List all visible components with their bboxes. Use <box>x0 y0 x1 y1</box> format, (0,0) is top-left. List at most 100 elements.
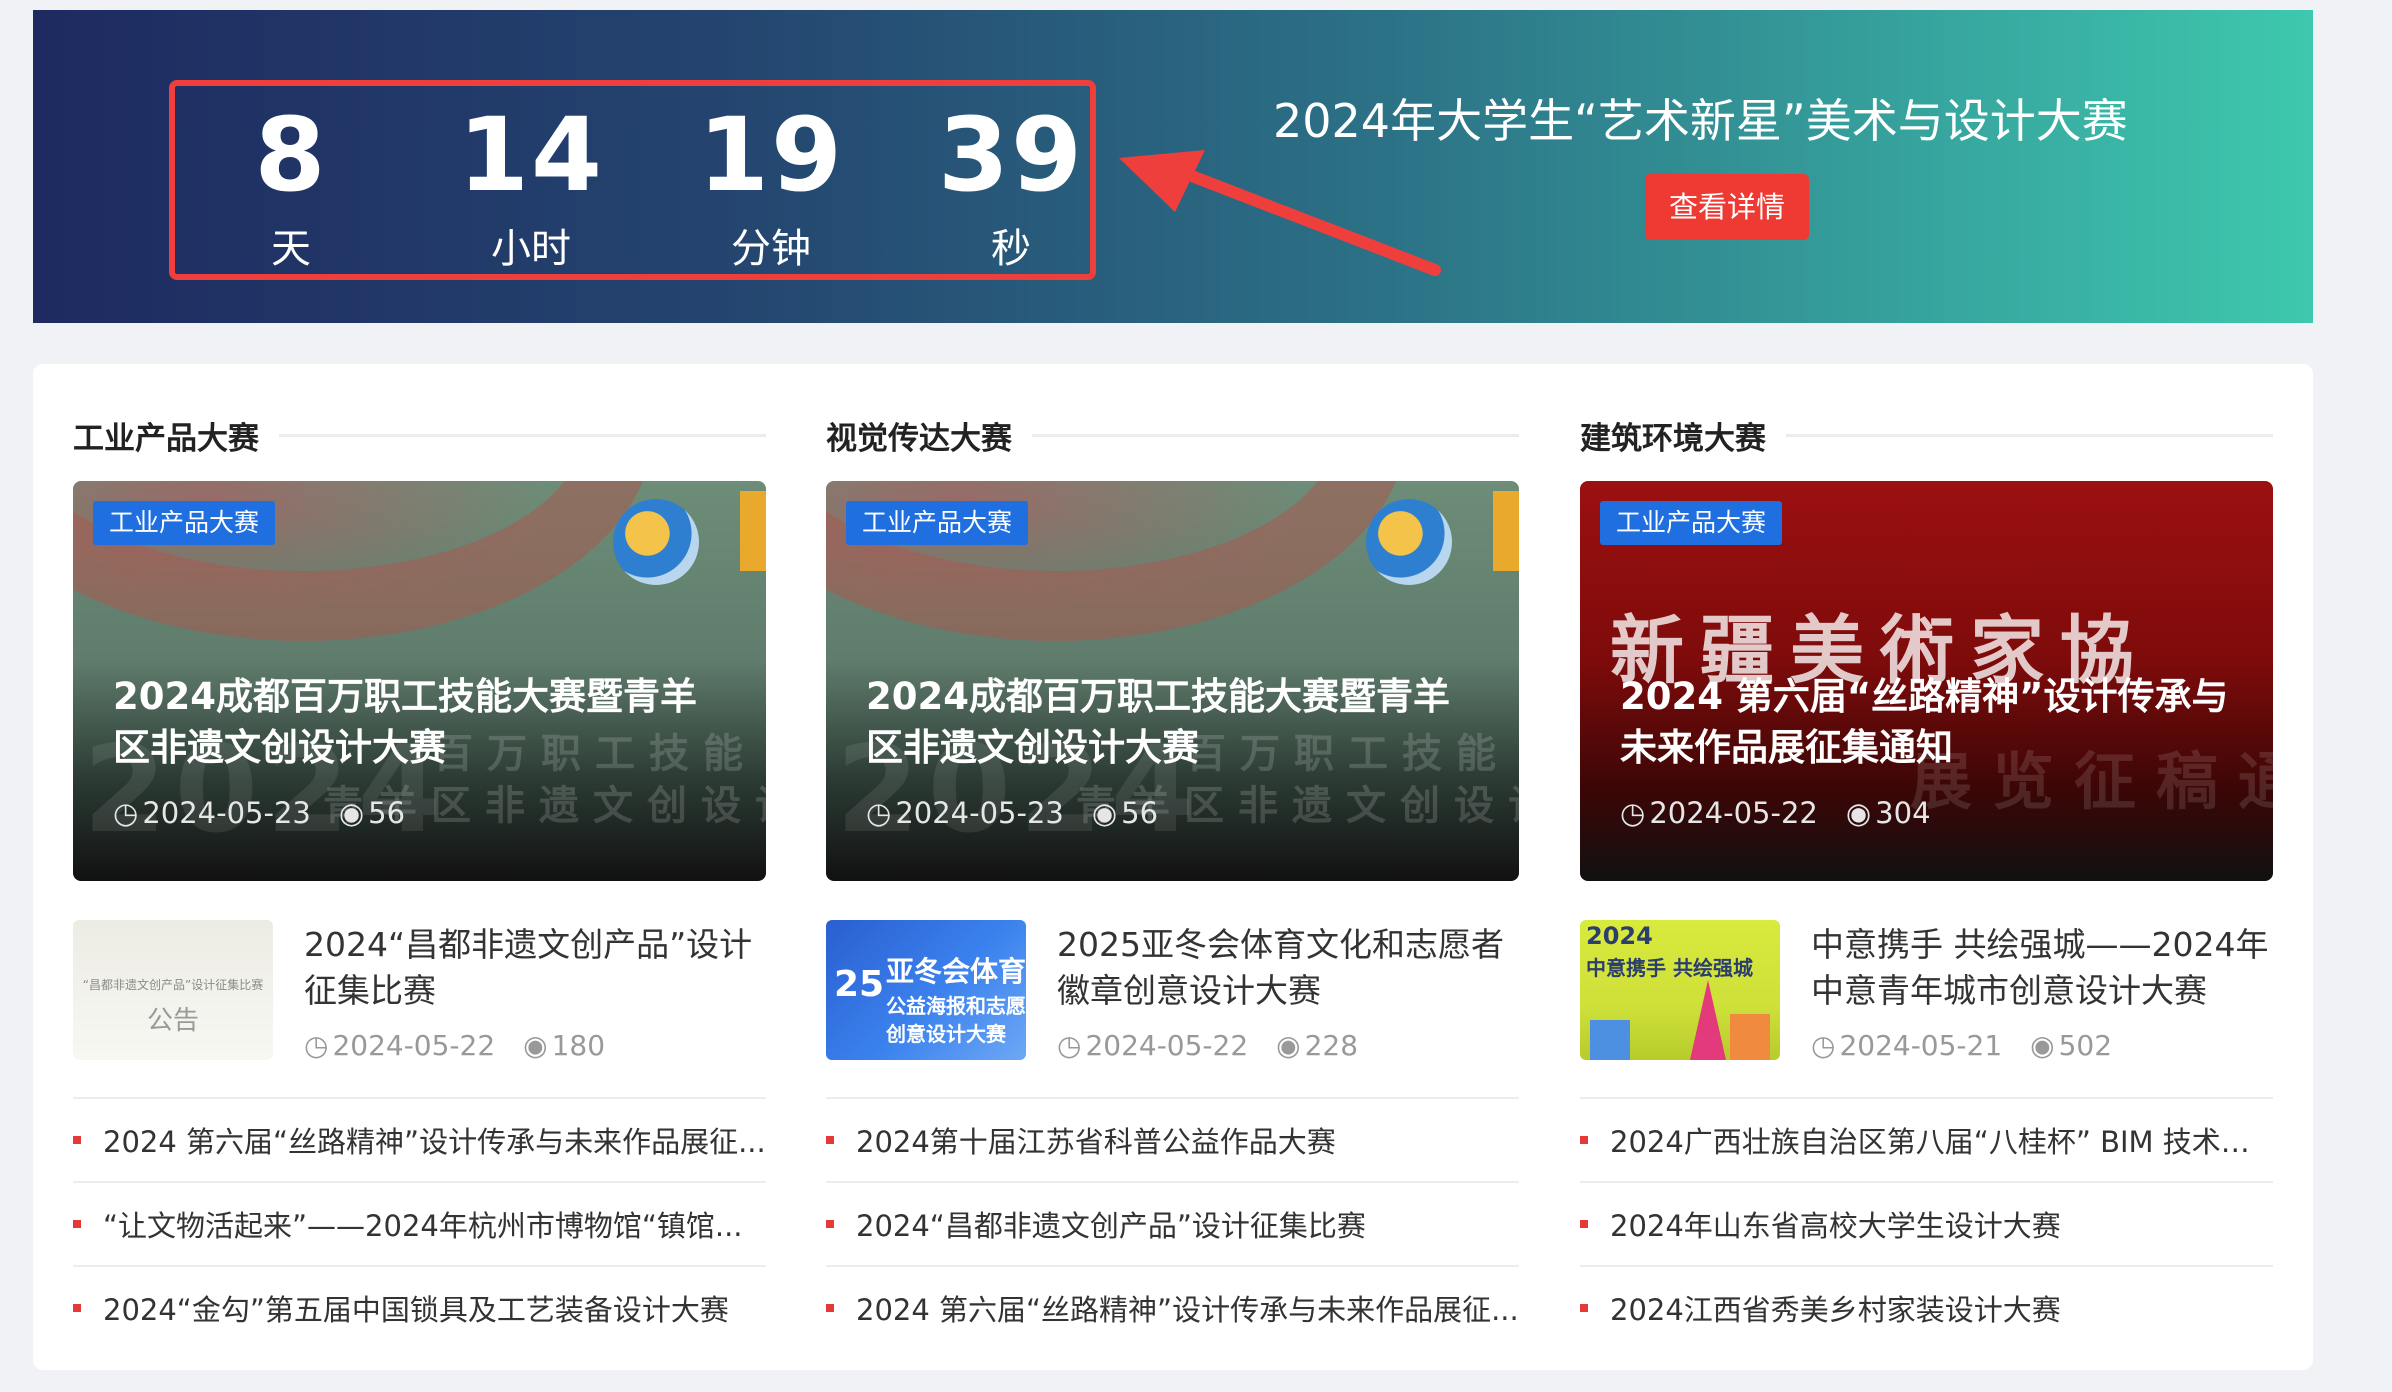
article-item[interactable]: 2024 中意携手 共绘强城 中意携手 共绘强城——2024年中意青年城市创意设… <box>1580 920 2273 1070</box>
countdown-minutes-label: 分钟 <box>731 226 811 272</box>
feature-card[interactable]: 2024 百万职工技能 青羊区非遗文创设计 工业产品大赛 2024成都百万职工技… <box>826 481 1519 881</box>
eye-icon: ◉ <box>1845 796 1872 830</box>
list-item-title[interactable]: 2024第十届江苏省科普公益作品大赛 <box>856 1119 1519 1161</box>
list-item-title[interactable]: 2024广西壮族自治区第八届“八桂杯” BIM 技术应... <box>1610 1119 2273 1161</box>
bullet-icon <box>1580 1304 1588 1312</box>
column-header: 视觉传达大赛 <box>826 400 1519 470</box>
countdown-days: 8 天 <box>191 92 391 274</box>
decorative-tab <box>1493 491 1519 571</box>
tower-shape <box>1690 980 1726 1060</box>
list-item[interactable]: 2024“金勾”第五届中国锁具及工艺装备设计大赛 <box>73 1265 766 1349</box>
article-thumbnail[interactable]: 2024 中意携手 共绘强城 <box>1580 920 1780 1060</box>
article-date: 2024-05-21 <box>1839 1029 2003 1062</box>
feature-title[interactable]: 2024成都百万职工技能大赛暨青羊区非遗文创设计大赛 <box>866 671 1486 773</box>
column-title[interactable]: 视觉传达大赛 <box>826 413 1012 458</box>
building-shape <box>1590 1020 1630 1060</box>
article-date: 2024-05-22 <box>332 1029 496 1062</box>
thumbnail-heading: 公告 <box>146 1006 199 1036</box>
feature-title[interactable]: 2024 第六届“丝路精神”设计传承与未来作品展征集通知 <box>1620 671 2240 773</box>
article-title[interactable]: 2024“昌都非遗文创产品”设计征集比赛 <box>304 922 766 1014</box>
list-item[interactable]: 2024第十届江苏省科普公益作品大赛 <box>826 1097 1519 1181</box>
list-item-title[interactable]: 2024“金勾”第五届中国锁具及工艺装备设计大赛 <box>103 1287 766 1329</box>
bullet-icon <box>73 1220 81 1228</box>
eye-icon: ◉ <box>338 796 365 830</box>
list-item-title[interactable]: 2024年山东省高校大学生设计大赛 <box>1610 1203 2273 1245</box>
article-list: 2024第十届江苏省科普公益作品大赛 2024“昌都非遗文创产品”设计征集比赛 … <box>826 1097 1519 1349</box>
view-details-button[interactable]: 查看详情 <box>1645 174 1809 240</box>
clock-icon: ◷ <box>1811 1029 1836 1062</box>
list-item[interactable]: 2024江西省秀美乡村家装设计大赛 <box>1580 1265 2273 1349</box>
countdown-minutes-value: 19 <box>698 96 844 215</box>
clock-icon: ◷ <box>304 1029 329 1062</box>
column-industrial: 工业产品大赛 2024 百万职工技能 青羊区非遗文创设计 工业产品大赛 2024… <box>73 364 766 1370</box>
feature-meta: ◷ 2024-05-22 ◉ 304 <box>1620 793 1931 833</box>
competition-logo <box>1366 499 1452 585</box>
feature-title[interactable]: 2024成都百万职工技能大赛暨青羊区非遗文创设计大赛 <box>113 671 733 773</box>
article-list: 2024广西壮族自治区第八届“八桂杯” BIM 技术应... 2024年山东省高… <box>1580 1097 2273 1349</box>
list-item[interactable]: 2024 第六届“丝路精神”设计传承与未来作品展征... <box>73 1097 766 1181</box>
countdown-box: 8 天 14 小时 19 分钟 39 秒 <box>169 80 1096 280</box>
article-views: 502 <box>2058 1029 2113 1062</box>
category-tag[interactable]: 工业产品大赛 <box>93 501 276 545</box>
article-meta: ◷ 2024-05-21 ◉ 502 <box>1811 1028 2112 1064</box>
clock-icon: ◷ <box>1620 796 1646 830</box>
list-item-title[interactable]: 2024“昌都非遗文创产品”设计征集比赛 <box>856 1203 1519 1245</box>
article-date: 2024-05-22 <box>1085 1029 1249 1062</box>
bullet-icon <box>826 1220 834 1228</box>
countdown-hours-value: 14 <box>458 96 604 215</box>
article-item[interactable]: “昌都非遗文创产品”设计征集比赛 公告 2024“昌都非遗文创产品”设计征集比赛… <box>73 920 766 1070</box>
article-meta: ◷ 2024-05-22 ◉ 228 <box>1057 1028 1358 1064</box>
thumbnail-subheading: 公益海报和志愿 <box>886 994 1026 1018</box>
article-title[interactable]: 2025亚冬会体育文化和志愿者徽章创意设计大赛 <box>1057 922 1519 1014</box>
eye-icon: ◉ <box>1091 796 1118 830</box>
header-divider <box>279 433 766 437</box>
column-visual: 视觉传达大赛 2024 百万职工技能 青羊区非遗文创设计 工业产品大赛 2024… <box>826 364 1519 1370</box>
competition-panel: 工业产品大赛 2024 百万职工技能 青羊区非遗文创设计 工业产品大赛 2024… <box>33 364 2313 1370</box>
article-item[interactable]: 25 亚冬会体育 公益海报和志愿 创意设计大赛 2025亚冬会体育文化和志愿者徽… <box>826 920 1519 1070</box>
countdown-minutes: 19 分钟 <box>671 92 871 274</box>
arrow-annotation-icon <box>1119 150 1441 276</box>
feature-card[interactable]: 新疆美術家協 展览征稿通知 工业产品大赛 2024 第六届“丝路精神”设计传承与… <box>1580 481 2273 881</box>
feature-views: 56 <box>1121 796 1159 830</box>
list-item-title[interactable]: 2024江西省秀美乡村家装设计大赛 <box>1610 1287 2273 1329</box>
bullet-icon <box>826 1304 834 1312</box>
category-tag[interactable]: 工业产品大赛 <box>846 501 1029 545</box>
header-divider <box>1032 433 1519 437</box>
eye-icon: ◉ <box>1276 1029 1301 1062</box>
column-title[interactable]: 工业产品大赛 <box>73 413 259 458</box>
list-item-title[interactable]: “让文物活起来”——2024年杭州市博物馆“镇馆... <box>103 1203 766 1245</box>
list-item[interactable]: “让文物活起来”——2024年杭州市博物馆“镇馆... <box>73 1181 766 1265</box>
bullet-icon <box>826 1136 834 1144</box>
eye-icon: ◉ <box>2030 1029 2055 1062</box>
column-header: 建筑环境大赛 <box>1580 400 2273 470</box>
article-list: 2024 第六届“丝路精神”设计传承与未来作品展征... “让文物活起来”——2… <box>73 1097 766 1349</box>
feature-date: 2024-05-22 <box>1649 796 1818 830</box>
countdown-days-label: 天 <box>271 226 311 272</box>
countdown-hours: 14 小时 <box>431 92 631 274</box>
list-item[interactable]: 2024广西壮族自治区第八届“八桂杯” BIM 技术应... <box>1580 1097 2273 1181</box>
column-title[interactable]: 建筑环境大赛 <box>1580 413 1766 458</box>
countdown-seconds-value: 39 <box>938 96 1084 215</box>
list-item[interactable]: 2024年山东省高校大学生设计大赛 <box>1580 1181 2273 1265</box>
countdown-banner: 8 天 14 小时 19 分钟 39 秒 2024年大学生“艺术新星”美术与设计… <box>33 10 2313 323</box>
thumbnail-heading: 亚冬会体育 <box>886 955 1026 988</box>
list-item-title[interactable]: 2024 第六届“丝路精神”设计传承与未来作品展征... <box>103 1119 766 1161</box>
clock-icon: ◷ <box>1057 1029 1082 1062</box>
thumbnail-subheading-2: 创意设计大赛 <box>886 1022 1006 1046</box>
feature-meta: ◷ 2024-05-23 ◉ 56 <box>866 793 1158 833</box>
feature-views: 304 <box>1875 796 1931 830</box>
feature-card[interactable]: 2024 百万职工技能 青羊区非遗文创设计 工业产品大赛 2024成都百万职工技… <box>73 481 766 881</box>
header-divider <box>1786 433 2273 437</box>
list-item[interactable]: 2024“昌都非遗文创产品”设计征集比赛 <box>826 1181 1519 1265</box>
category-tag[interactable]: 工业产品大赛 <box>1600 501 1783 545</box>
feature-meta: ◷ 2024-05-23 ◉ 56 <box>113 793 405 833</box>
list-item-title[interactable]: 2024 第六届“丝路精神”设计传承与未来作品展征... <box>856 1287 1519 1329</box>
article-thumbnail[interactable]: 25 亚冬会体育 公益海报和志愿 创意设计大赛 <box>826 920 1026 1060</box>
article-title[interactable]: 中意携手 共绘强城——2024年中意青年城市创意设计大赛 <box>1811 922 2273 1014</box>
bullet-icon <box>73 1304 81 1312</box>
article-thumbnail[interactable]: “昌都非遗文创产品”设计征集比赛 公告 <box>73 920 273 1060</box>
list-item[interactable]: 2024 第六届“丝路精神”设计传承与未来作品展征... <box>826 1265 1519 1349</box>
countdown-hours-label: 小时 <box>491 226 571 272</box>
column-architecture: 建筑环境大赛 新疆美術家協 展览征稿通知 工业产品大赛 2024 第六届“丝路精… <box>1580 364 2273 1370</box>
decorative-tab <box>740 491 766 571</box>
